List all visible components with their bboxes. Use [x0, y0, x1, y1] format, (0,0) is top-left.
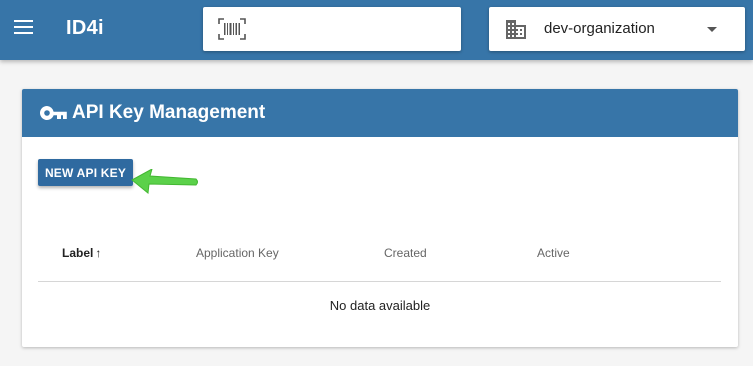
organization-name: dev-organization [544, 20, 655, 37]
app-title: ID4i [66, 17, 104, 39]
organization-select[interactable]: dev-organization [489, 7, 745, 51]
key-icon [39, 105, 67, 120]
api-key-management-card: API Key Management NEW API KEY Label ↑ Ap… [22, 89, 738, 347]
hamburger-menu-icon[interactable] [14, 20, 34, 36]
barcode-search-input[interactable] [203, 7, 461, 51]
card-title: API Key Management [72, 102, 266, 123]
column-header-label[interactable]: Label ↑ [62, 246, 101, 260]
table-divider [38, 281, 721, 282]
column-header-created[interactable]: Created [384, 246, 427, 260]
new-api-key-button[interactable]: NEW API KEY [38, 159, 133, 186]
building-icon [506, 20, 526, 39]
green-arrow-annotation [131, 169, 198, 194]
column-header-active[interactable]: Active [537, 246, 570, 260]
column-header-label-text: Label [62, 246, 94, 260]
column-header-application-key[interactable]: Application Key [196, 246, 279, 260]
chevron-down-icon[interactable] [707, 27, 717, 32]
card-header: API Key Management [22, 89, 738, 137]
sort-ascending-icon[interactable]: ↑ [95, 246, 101, 260]
top-app-bar: ID4i dev-organization [0, 0, 753, 60]
empty-table-message: No data available [329, 298, 431, 313]
barcode-scan-icon[interactable] [218, 18, 246, 40]
